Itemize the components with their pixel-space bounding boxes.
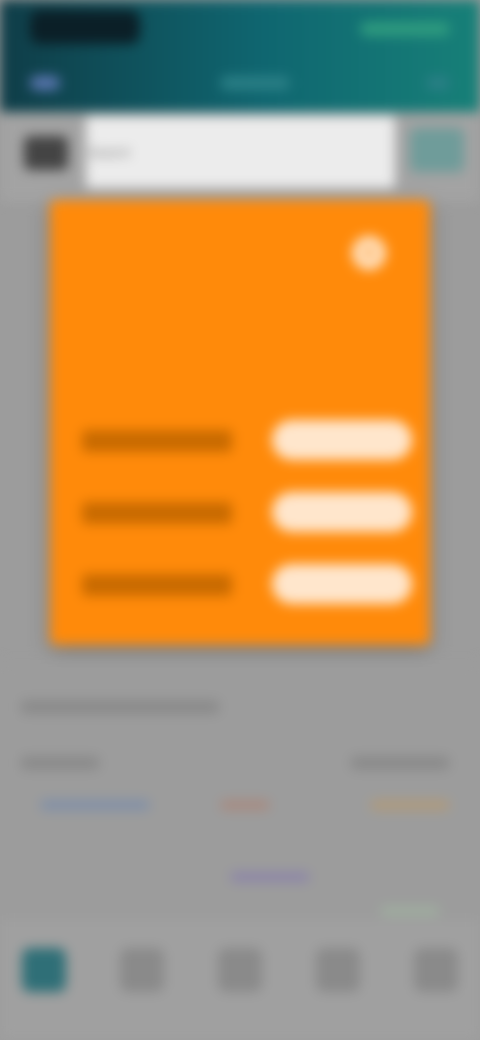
list-item[interactable] — [40, 800, 150, 810]
menu-icon[interactable] — [30, 76, 60, 90]
modal-option-row — [82, 492, 412, 542]
list-item[interactable] — [380, 906, 440, 916]
bottom-navigation — [0, 920, 480, 1040]
modal-option-button[interactable] — [272, 564, 412, 604]
search-input[interactable] — [86, 116, 395, 188]
modal-option-button[interactable] — [272, 492, 412, 532]
profile-icon[interactable] — [414, 948, 458, 992]
status-bar-right — [360, 22, 450, 36]
app-header — [0, 0, 480, 112]
search-icon[interactable] — [24, 136, 68, 170]
modal-option-button[interactable] — [272, 420, 412, 460]
modal-option-label — [82, 574, 232, 596]
close-icon[interactable]: × — [352, 236, 386, 270]
home-icon[interactable] — [22, 948, 66, 992]
notification-icon[interactable] — [426, 76, 450, 90]
list-item[interactable] — [350, 756, 450, 770]
status-bar-left — [30, 10, 140, 44]
modal-option-row — [82, 564, 412, 614]
modal-option-row — [82, 420, 412, 470]
filter-button[interactable] — [410, 128, 464, 172]
header-nav — [20, 70, 460, 96]
modal-option-label — [82, 502, 232, 524]
list-item[interactable] — [220, 800, 270, 810]
modal-option-label — [82, 430, 232, 452]
list-item[interactable] — [230, 872, 310, 882]
calendar-icon[interactable] — [120, 948, 164, 992]
list-item[interactable] — [370, 800, 450, 810]
header-title — [220, 76, 290, 90]
main-content — [0, 660, 480, 920]
promo-modal: × — [50, 200, 430, 645]
chart-icon[interactable] — [316, 948, 360, 992]
list-item[interactable] — [20, 756, 100, 770]
section-title — [20, 700, 220, 714]
plus-icon[interactable] — [218, 948, 262, 992]
